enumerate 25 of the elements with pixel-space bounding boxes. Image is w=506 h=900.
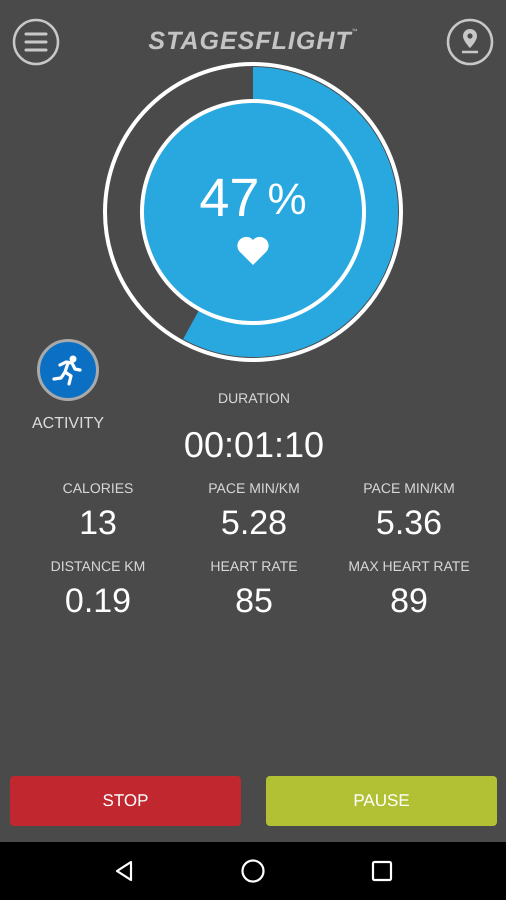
- stat-label: DISTANCE KM: [50, 557, 146, 575]
- stat-value: 85: [235, 581, 273, 621]
- stat-label: MAX HEART RATE: [348, 557, 470, 575]
- menu-icon: [12, 18, 60, 66]
- stat-value: 13: [79, 503, 117, 543]
- stat-label: CALORIES: [62, 479, 134, 497]
- stat-label: HEART RATE: [210, 557, 298, 575]
- home-icon[interactable]: [240, 858, 266, 884]
- stat-value: 0.19: [64, 581, 132, 621]
- duration-value: 00:01:10: [184, 423, 324, 467]
- stat-value: 5.28: [220, 503, 288, 543]
- heart-icon: [236, 236, 270, 266]
- activity-label: ACTIVITY: [32, 415, 104, 433]
- percent-value: 47: [199, 168, 260, 228]
- location-button[interactable]: [446, 18, 494, 66]
- menu-button[interactable]: [12, 18, 60, 66]
- duration-label: DURATION: [218, 389, 290, 407]
- stat-label: PACE MIN/KM: [363, 479, 455, 497]
- stat-label: PACE MIN/KM: [208, 479, 300, 497]
- percent-unit: %: [267, 174, 307, 226]
- stat-value: 5.36: [376, 503, 442, 543]
- stop-button[interactable]: STOP: [10, 776, 241, 826]
- recent-apps-icon[interactable]: [370, 859, 394, 883]
- location-pin-icon: [446, 18, 494, 66]
- stat-value: 89: [390, 581, 428, 621]
